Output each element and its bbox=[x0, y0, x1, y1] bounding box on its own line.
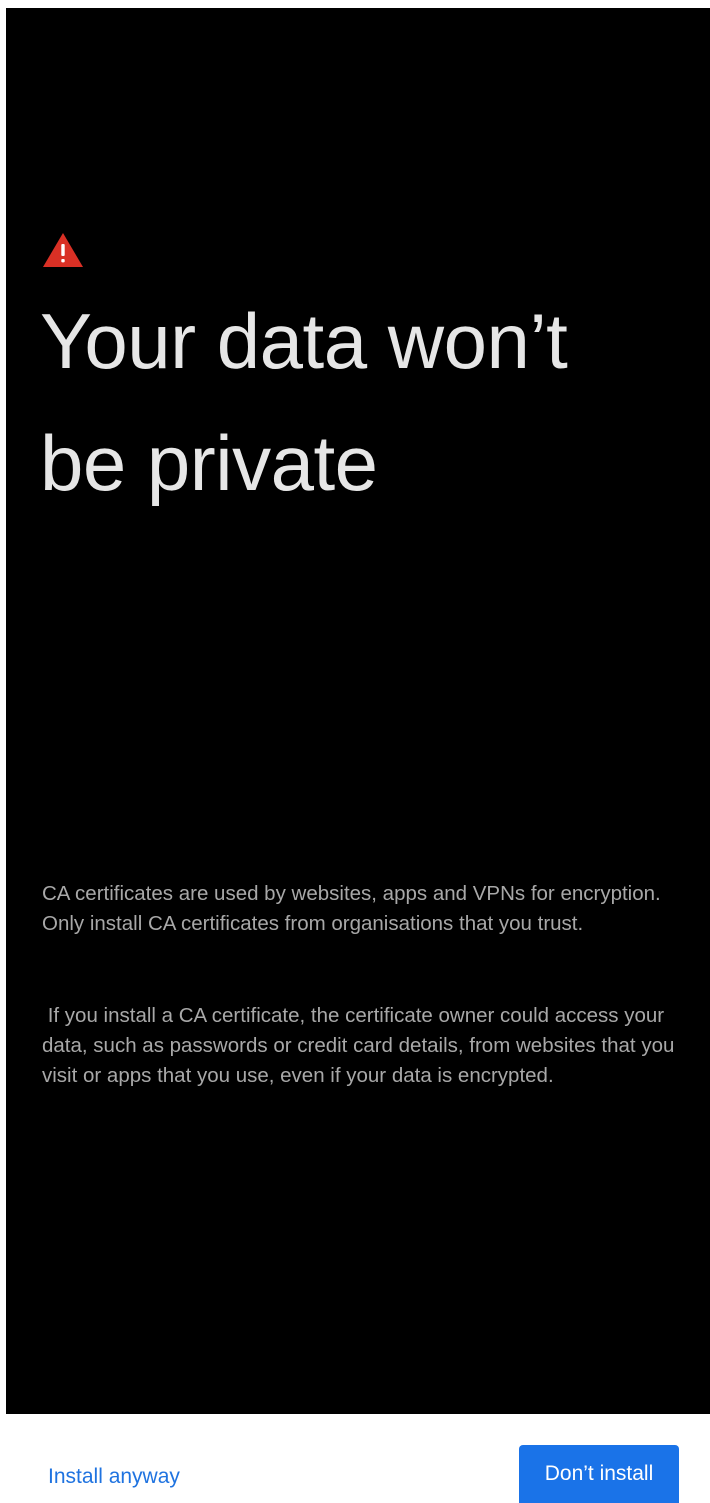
page-title: Your data won’t be private bbox=[40, 297, 568, 507]
warning-panel bbox=[6, 8, 710, 1414]
install-anyway-button[interactable]: Install anyway bbox=[48, 1462, 180, 1492]
description-paragraph-2: If you install a CA certificate, the cer… bbox=[42, 1004, 681, 1087]
warning-triangle-icon bbox=[43, 233, 83, 267]
ca-certificate-warning-screen: Your data won’t be private CA certificat… bbox=[0, 0, 710, 1503]
dont-install-button[interactable]: Don’t install bbox=[519, 1445, 679, 1503]
description-paragraph-1: CA certificates are used by websites, ap… bbox=[42, 882, 661, 935]
